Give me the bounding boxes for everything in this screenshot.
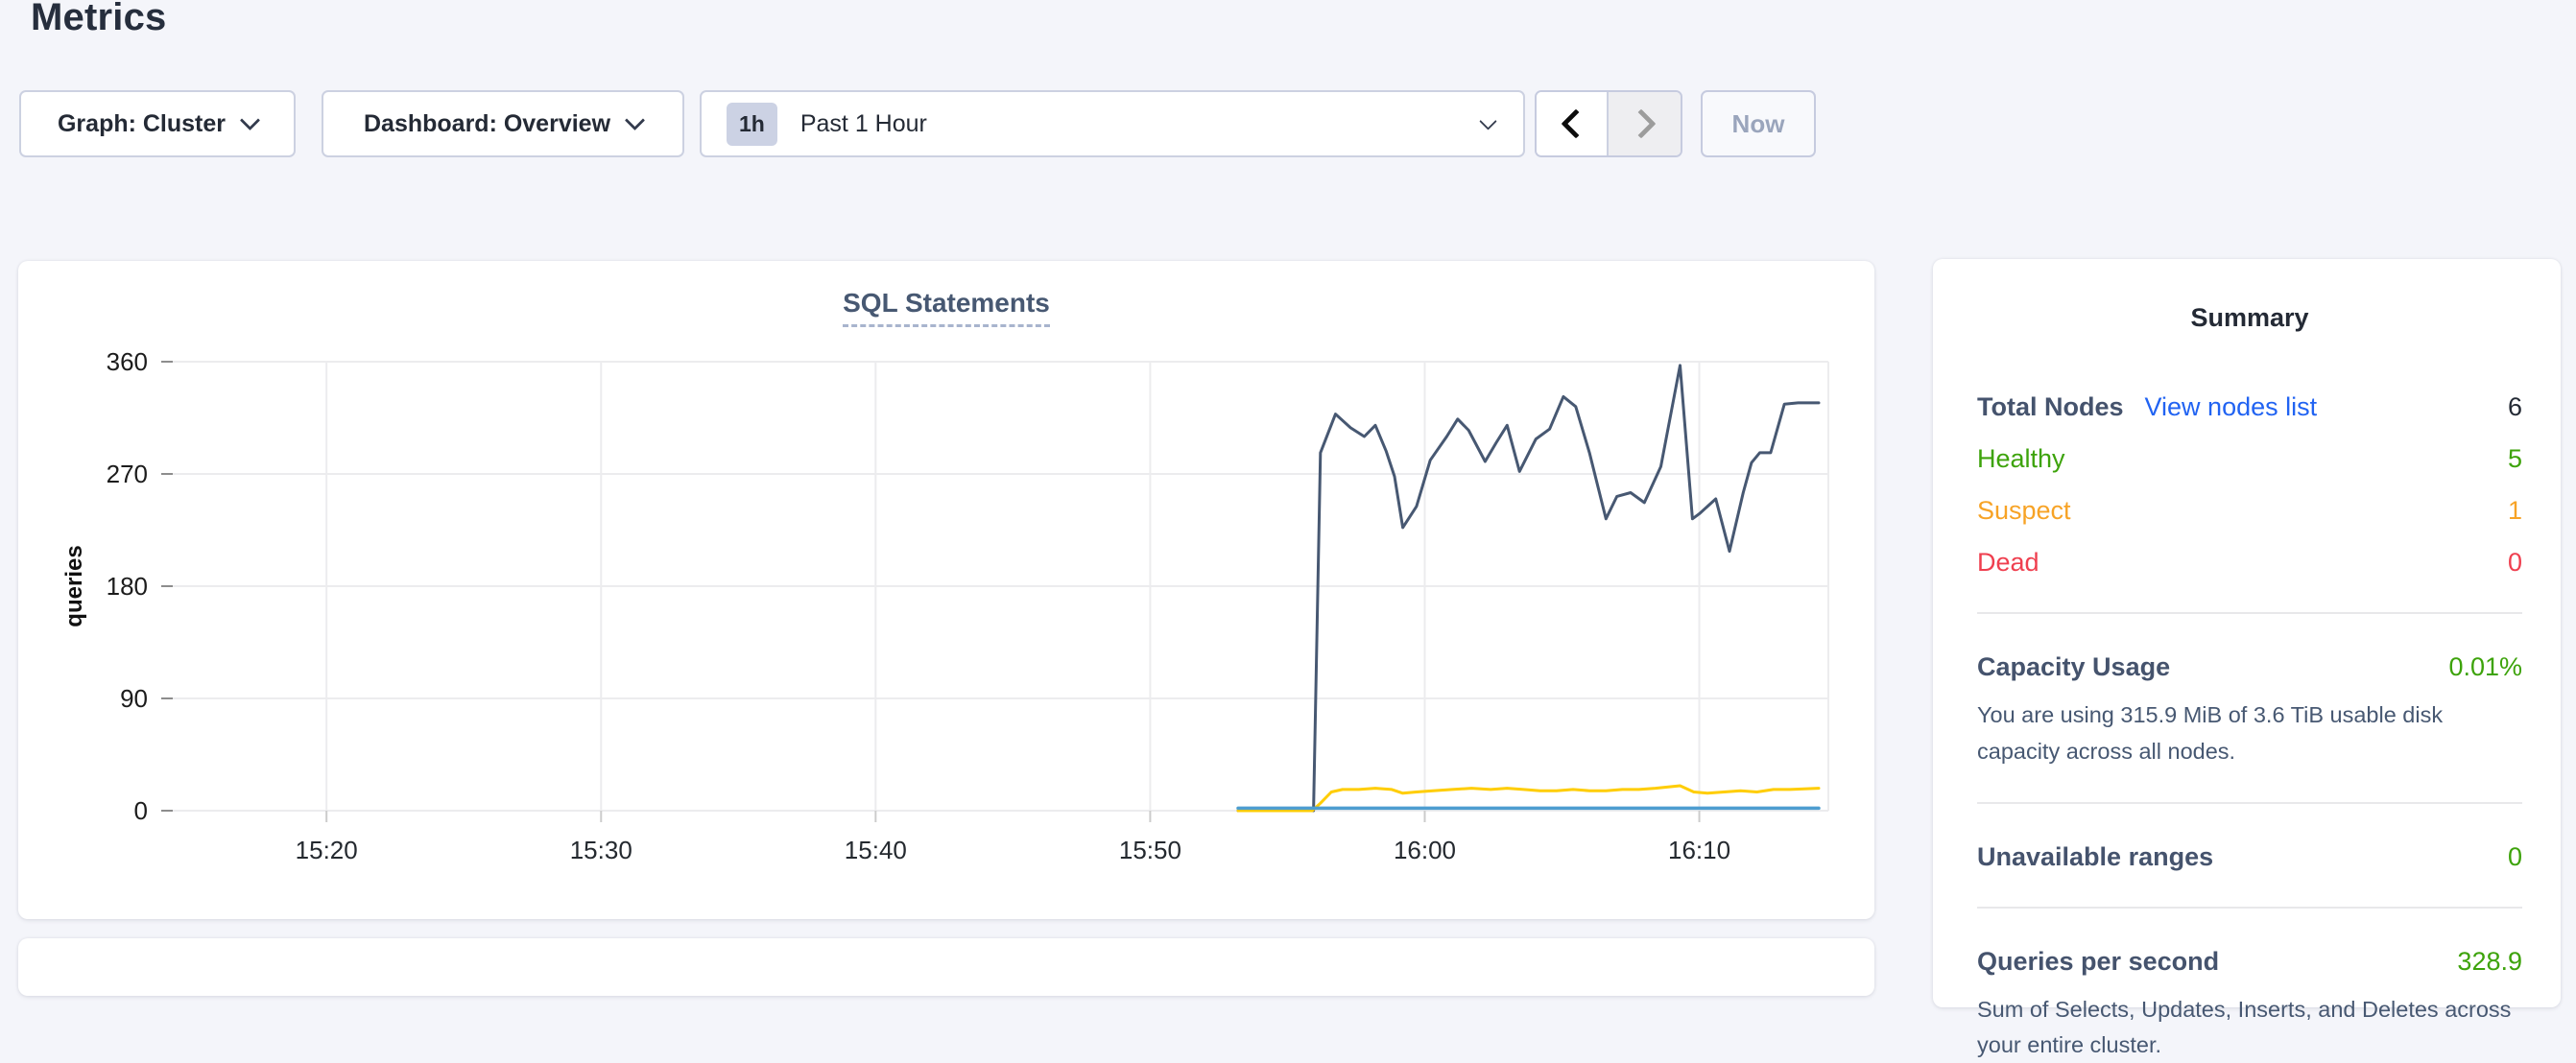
- unavailable-ranges-label: Unavailable ranges: [1977, 840, 2213, 874]
- dashboard-dropdown-label: Dashboard: Overview: [364, 110, 610, 138]
- time-step-buttons: [1535, 90, 1682, 157]
- dead-value: 0: [2508, 546, 2522, 579]
- now-button-label: Now: [1732, 109, 1785, 139]
- divider: [1977, 802, 2522, 804]
- divider: [1977, 907, 2522, 909]
- sql-statements-chart-card: SQL Statements 09018027036015:2015:3015:…: [18, 261, 1874, 919]
- chevron-down-icon: [1479, 112, 1496, 130]
- sql-statements-chart-plot[interactable]: 0 90 180 270 360 15:20 15:30 15:40 15:50 16:00 16:…: [18, 261, 1874, 919]
- page-title: Metrics: [31, 0, 166, 39]
- dead-nodes-row: Dead 0: [1977, 546, 2522, 579]
- suspect-label: Suspect: [1977, 494, 2071, 528]
- chevron-down-icon: [625, 109, 645, 130]
- chevron-right-icon: [1626, 108, 1656, 138]
- chevron-down-icon: [240, 109, 260, 130]
- svg-text:90: 90: [120, 684, 148, 713]
- next-timespan-button-disabled[interactable]: [1609, 92, 1681, 155]
- queries-per-second-section: Queries per second 328.9 Sum of Selects,…: [1977, 945, 2522, 1063]
- capacity-usage-section: Capacity Usage 0.01% You are using 315.9…: [1977, 650, 2522, 768]
- svg-text:16:00: 16:00: [1394, 836, 1456, 864]
- graph-dropdown-label: Graph: Cluster: [58, 110, 226, 138]
- time-range-badge: 1h: [727, 103, 777, 146]
- svg-text:15:40: 15:40: [845, 836, 907, 864]
- svg-text:270: 270: [107, 460, 148, 488]
- dead-label: Dead: [1977, 546, 2039, 579]
- now-button[interactable]: Now: [1701, 90, 1816, 157]
- svg-text:16:10: 16:10: [1668, 836, 1730, 864]
- queries-per-second-label: Queries per second: [1977, 945, 2219, 979]
- svg-text:15:50: 15:50: [1119, 836, 1181, 864]
- queries-per-second-description: Sum of Selects, Updates, Inserts, and De…: [1977, 992, 2522, 1063]
- healthy-nodes-row: Healthy 5: [1977, 442, 2522, 476]
- graph-dropdown[interactable]: Graph: Cluster: [19, 90, 296, 157]
- summary-title: Summary: [1977, 303, 2522, 333]
- total-nodes-label: Total Nodes: [1977, 390, 2124, 424]
- total-nodes-value: 6: [2508, 390, 2522, 424]
- suspect-value: 1: [2508, 494, 2522, 528]
- next-chart-card-partial: [18, 938, 1874, 996]
- time-range-label: Past 1 Hour: [800, 110, 927, 138]
- capacity-usage-value: 0.01%: [2448, 650, 2522, 684]
- previous-timespan-button[interactable]: [1537, 92, 1609, 155]
- divider: [1977, 612, 2522, 614]
- view-nodes-list-link[interactable]: View nodes list: [2145, 390, 2318, 424]
- unavailable-ranges-value: 0: [2508, 840, 2522, 874]
- svg-text:15:20: 15:20: [296, 836, 358, 864]
- svg-text:queries: queries: [61, 545, 87, 626]
- chevron-left-icon: [1561, 108, 1590, 138]
- svg-text:360: 360: [107, 347, 148, 376]
- svg-text:15:30: 15:30: [570, 836, 632, 864]
- summary-panel: Summary Total Nodes View nodes list 6 He…: [1933, 259, 2561, 1007]
- time-range-dropdown[interactable]: 1h Past 1 Hour: [700, 90, 1525, 157]
- healthy-label: Healthy: [1977, 442, 2065, 476]
- dashboard-dropdown[interactable]: Dashboard: Overview: [322, 90, 684, 157]
- svg-text:0: 0: [134, 796, 148, 825]
- suspect-nodes-row: Suspect 1: [1977, 494, 2522, 528]
- total-nodes-row: Total Nodes View nodes list 6: [1977, 390, 2522, 424]
- healthy-value: 5: [2508, 442, 2522, 476]
- svg-text:180: 180: [107, 572, 148, 601]
- queries-per-second-value: 328.9: [2457, 945, 2522, 979]
- capacity-usage-description: You are using 315.9 MiB of 3.6 TiB usabl…: [1977, 697, 2522, 768]
- capacity-usage-label: Capacity Usage: [1977, 650, 2170, 684]
- unavailable-ranges-section: Unavailable ranges 0: [1977, 840, 2522, 874]
